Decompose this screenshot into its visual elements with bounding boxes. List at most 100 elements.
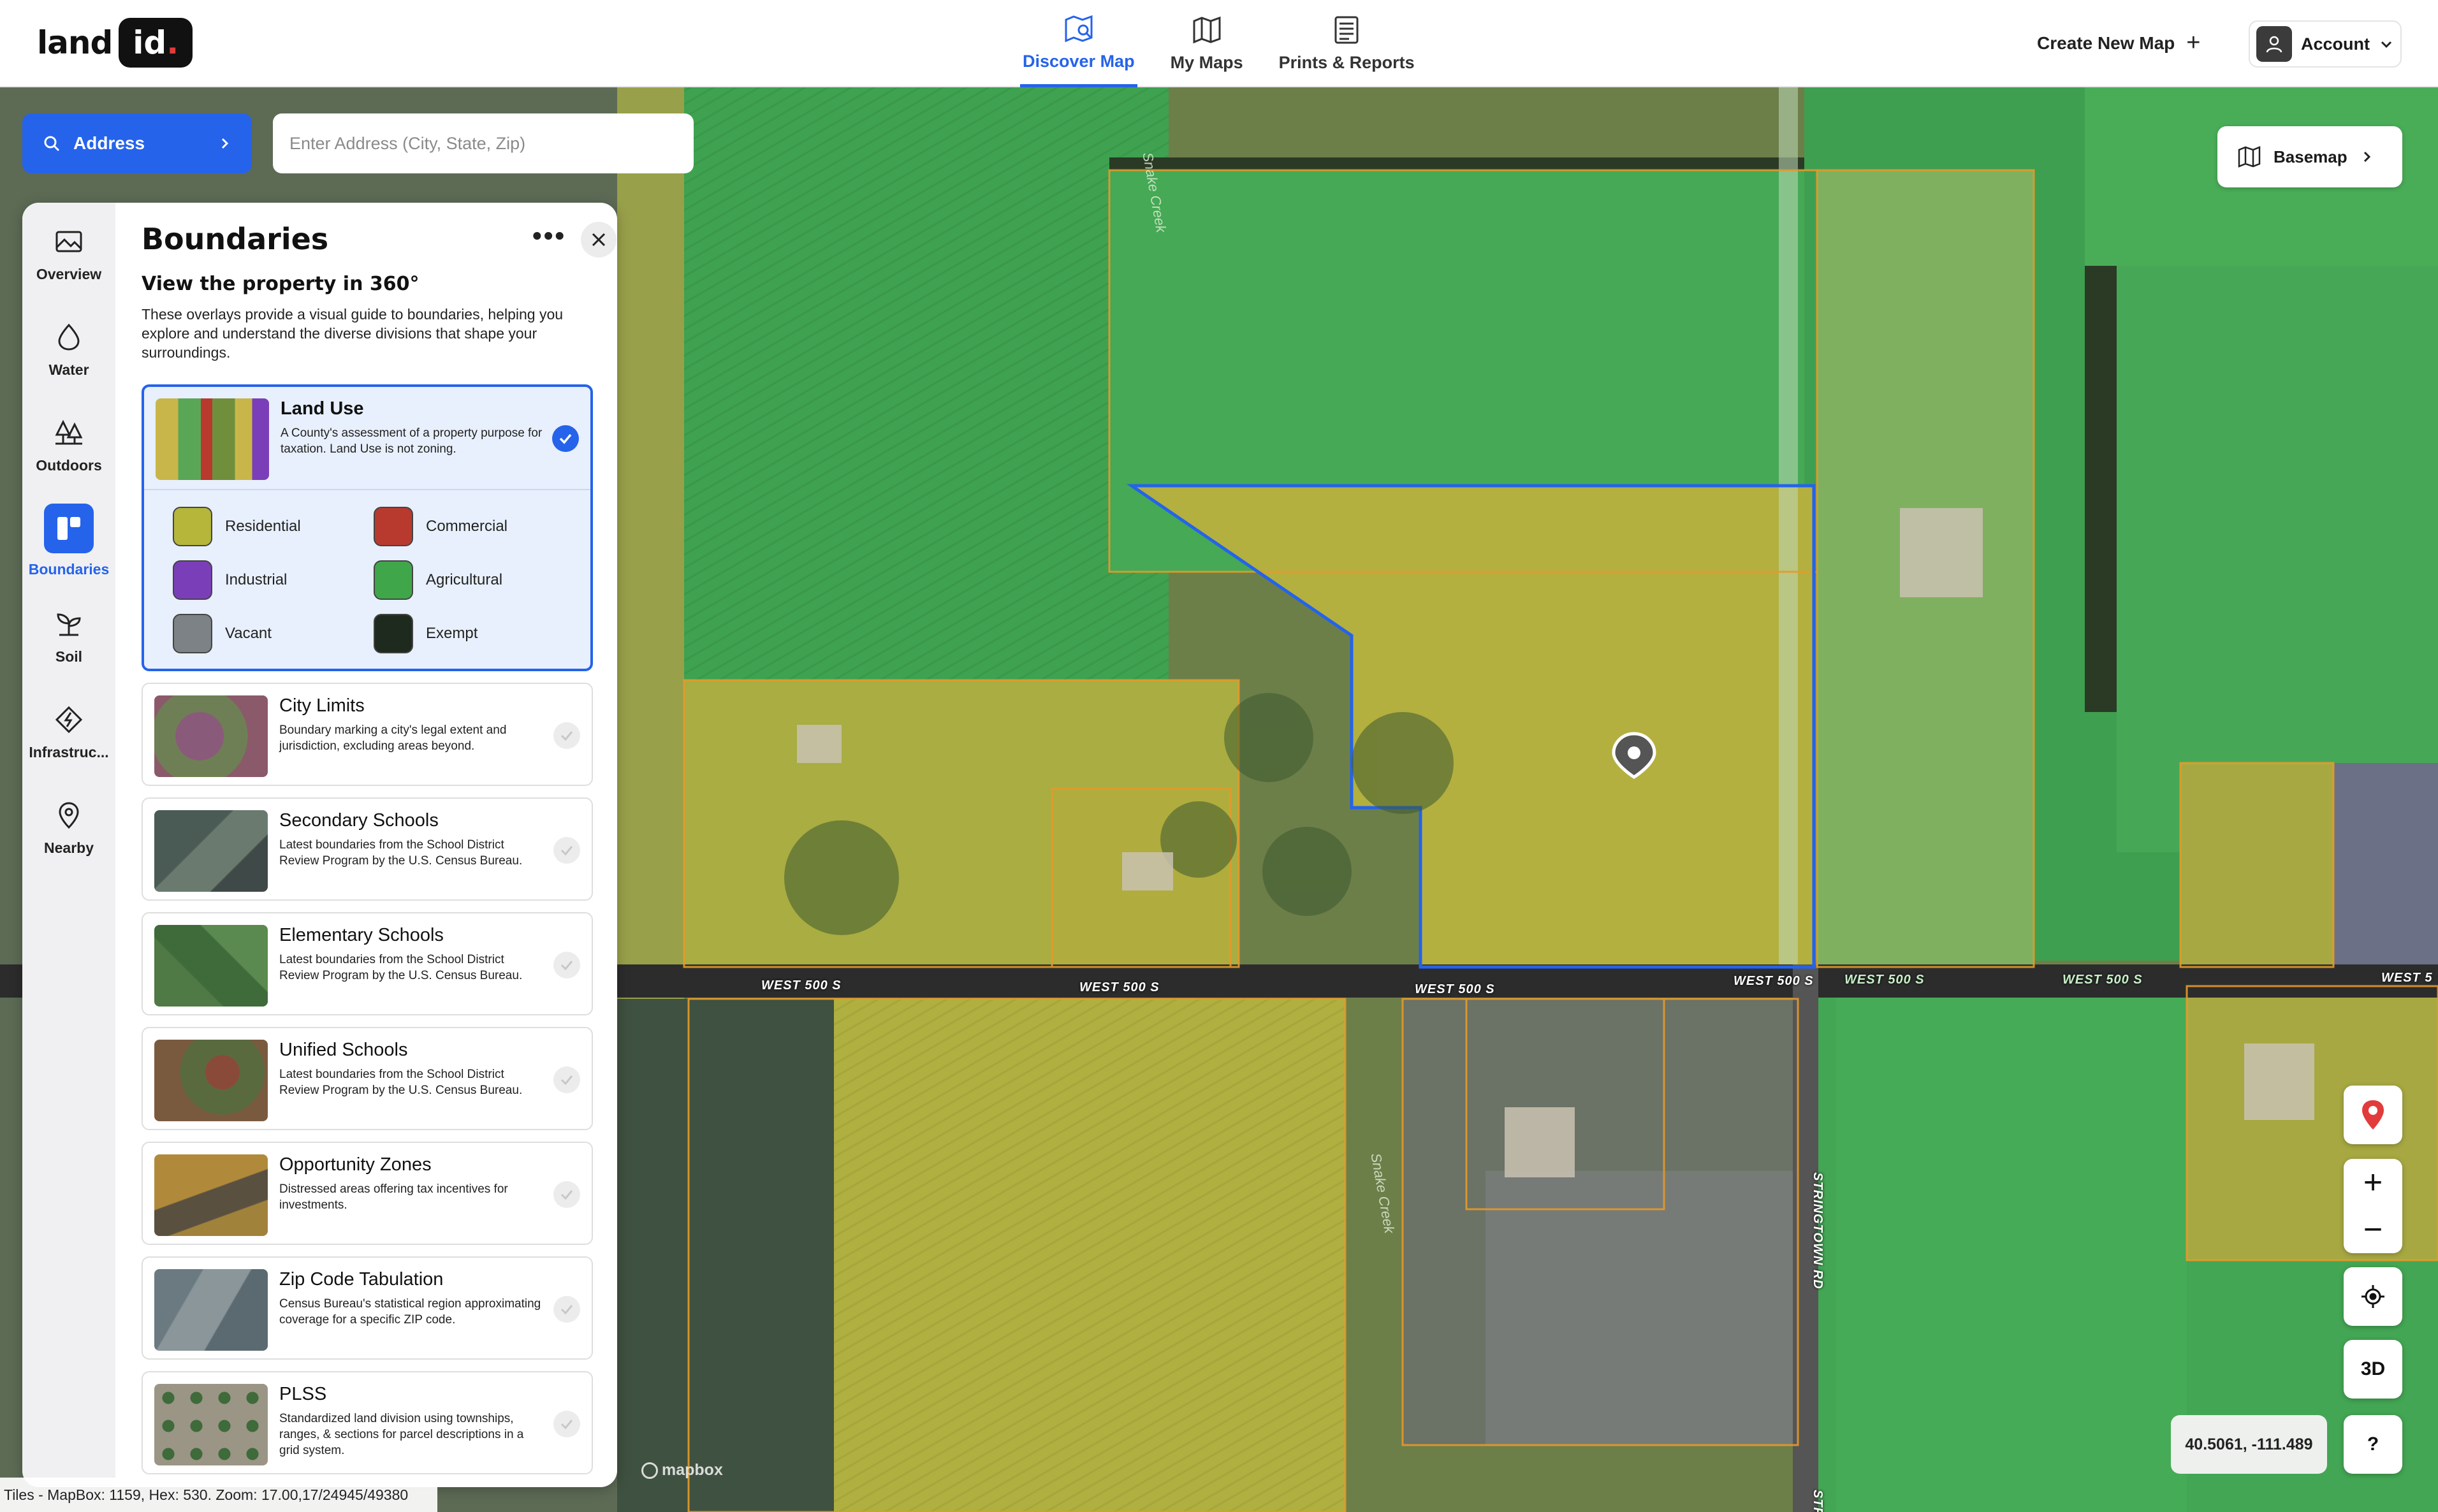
rail-item-water[interactable]: Water bbox=[22, 308, 115, 391]
layer-thumbnail bbox=[154, 695, 268, 777]
layer-toggle[interactable] bbox=[553, 1411, 580, 1437]
road-label-vertical: STRI bbox=[1811, 1490, 1825, 1512]
account-menu[interactable]: Account bbox=[2249, 20, 2402, 68]
rail-item-label: Infrastruc... bbox=[29, 743, 109, 760]
check-icon bbox=[560, 846, 573, 856]
report-icon bbox=[1334, 16, 1359, 44]
close-panel-button[interactable] bbox=[581, 222, 617, 258]
rail-item-outdoors[interactable]: Outdoors bbox=[22, 403, 115, 486]
locate-me-button[interactable] bbox=[2344, 1267, 2402, 1326]
check-icon bbox=[560, 1190, 573, 1200]
road-label: WEST 500 S bbox=[2062, 973, 2143, 987]
user-icon bbox=[2266, 36, 2282, 53]
rail-item-label: Nearby bbox=[44, 839, 94, 856]
legend-item-commercial: Commercial bbox=[374, 507, 507, 546]
layer-description: Distressed areas offering tax incentives… bbox=[279, 1182, 508, 1212]
mapbox-attribution[interactable]: mapbox bbox=[641, 1461, 723, 1479]
layer-description: Latest boundaries from the School Distri… bbox=[279, 1068, 523, 1097]
check-icon bbox=[560, 1305, 573, 1315]
search-icon bbox=[44, 136, 60, 152]
location-pin-icon bbox=[2362, 1100, 2384, 1130]
layer-thumbnail bbox=[154, 1269, 268, 1351]
rail-item-label: Soil bbox=[55, 648, 83, 665]
nav-prints-reports[interactable]: Prints & Reports bbox=[1276, 0, 1417, 87]
legend-swatch bbox=[374, 560, 413, 600]
more-options-icon[interactable]: ••• bbox=[532, 221, 566, 251]
layer-title: Land Use bbox=[281, 398, 364, 419]
layer-description: Latest boundaries from the School Distri… bbox=[279, 953, 523, 982]
legend-label: Commercial bbox=[426, 518, 508, 535]
rail-item-infrastructure[interactable]: Infrastruc... bbox=[22, 690, 115, 773]
rail-item-label: Outdoors bbox=[36, 456, 102, 474]
panel-title: Boundaries bbox=[142, 222, 329, 256]
layer-description: A County's assessment of a property purp… bbox=[281, 426, 543, 456]
drop-pin-button[interactable] bbox=[2344, 1086, 2402, 1144]
layer-card-land-use[interactable]: Land Use A County's assessment of a prop… bbox=[142, 384, 593, 671]
chevron-right-icon bbox=[2363, 151, 2370, 163]
chevron-right-icon bbox=[221, 138, 229, 149]
mapbox-logo-icon bbox=[641, 1462, 658, 1479]
rail-item-overview[interactable]: Overview bbox=[22, 212, 115, 295]
plus-icon: + bbox=[2186, 29, 2201, 56]
road-label: WEST 500 S bbox=[1844, 973, 1925, 987]
nav-discover-map[interactable]: Discover Map bbox=[1020, 0, 1137, 87]
basemap-label: Basemap bbox=[2274, 147, 2347, 166]
legend-swatch bbox=[374, 507, 413, 546]
layer-toggle[interactable] bbox=[553, 1181, 580, 1208]
layer-toggle[interactable] bbox=[552, 425, 579, 452]
layer-title: Elementary Schools bbox=[279, 925, 444, 945]
layer-card-city-limits[interactable]: City Limits Boundary marking a city's le… bbox=[142, 683, 593, 786]
search-mode-button[interactable]: Address bbox=[22, 113, 252, 173]
layer-card-opportunity-zones[interactable]: Opportunity Zones Distressed areas offer… bbox=[142, 1142, 593, 1245]
help-label: ? bbox=[2367, 1434, 2379, 1455]
layer-thumbnail bbox=[154, 810, 268, 892]
layer-thumbnail bbox=[156, 398, 269, 480]
close-icon bbox=[592, 233, 606, 247]
address-search-input[interactable] bbox=[273, 113, 694, 173]
layer-title: City Limits bbox=[279, 695, 365, 716]
road-label: WEST 500 S bbox=[761, 978, 842, 992]
basemap-button[interactable]: Basemap bbox=[2217, 126, 2402, 187]
nav-my-maps[interactable]: My Maps bbox=[1168, 0, 1246, 87]
legend-label: Residential bbox=[225, 518, 301, 535]
zoom-in-button[interactable]: + bbox=[2363, 1159, 2383, 1206]
crosshair-icon bbox=[2361, 1285, 2384, 1308]
main-nav: Discover Map My Maps Prints & Reports bbox=[1020, 0, 1417, 87]
layer-toggle[interactable] bbox=[553, 837, 580, 864]
legend-item-industrial: Industrial bbox=[173, 560, 287, 600]
layer-card-plss[interactable]: PLSS Standardized land division using to… bbox=[142, 1371, 593, 1474]
app-logo[interactable]: land id. bbox=[37, 18, 193, 68]
layer-toggle[interactable] bbox=[553, 1066, 580, 1093]
create-map-label: Create New Map bbox=[2037, 33, 2175, 53]
layer-title: Unified Schools bbox=[279, 1040, 408, 1060]
layer-toggle[interactable] bbox=[553, 1296, 580, 1323]
layer-toggle[interactable] bbox=[553, 952, 580, 978]
layer-card-secondary-schools[interactable]: Secondary Schools Latest boundaries from… bbox=[142, 797, 593, 901]
layer-card-unified-schools[interactable]: Unified Schools Latest boundaries from t… bbox=[142, 1027, 593, 1130]
rail-item-boundaries[interactable]: Boundaries bbox=[22, 499, 115, 582]
help-button[interactable]: ? bbox=[2344, 1415, 2402, 1474]
legend-swatch bbox=[173, 614, 212, 653]
land-use-legend: Residential Commercial Industrial Agricu… bbox=[144, 489, 590, 653]
layer-card-zip-code-tabulation[interactable]: Zip Code Tabulation Census Bureau's stat… bbox=[142, 1256, 593, 1360]
legend-label: Agricultural bbox=[426, 571, 503, 588]
check-icon bbox=[560, 961, 573, 971]
legend-item-agricultural: Agricultural bbox=[374, 560, 502, 600]
layer-description: Boundary marking a city's legal extent a… bbox=[279, 723, 507, 753]
layer-card-elementary-schools[interactable]: Elementary Schools Latest boundaries fro… bbox=[142, 912, 593, 1015]
road-label: WEST 5 bbox=[2381, 971, 2433, 985]
layer-description: Census Bureau's statistical region appro… bbox=[279, 1297, 541, 1327]
folded-map-icon bbox=[2238, 146, 2261, 168]
search-mode-label: Address bbox=[73, 133, 145, 153]
category-rail: Overview Water Outdoors Boundaries Soil … bbox=[22, 203, 115, 1487]
create-new-map-button[interactable]: Create New Map + bbox=[2037, 29, 2201, 57]
3d-toggle-button[interactable]: 3D bbox=[2344, 1340, 2402, 1399]
rail-item-label: Water bbox=[48, 361, 89, 378]
rail-item-soil[interactable]: Soil bbox=[22, 595, 115, 678]
legend-swatch bbox=[173, 560, 212, 600]
tiles-debug-info: Tiles - MapBox: 1159, Hex: 530. Zoom: 17… bbox=[0, 1478, 437, 1512]
layer-toggle[interactable] bbox=[553, 722, 580, 749]
rail-item-nearby[interactable]: Nearby bbox=[22, 786, 115, 869]
legend-swatch bbox=[173, 507, 212, 546]
zoom-out-button[interactable]: − bbox=[2363, 1206, 2383, 1253]
